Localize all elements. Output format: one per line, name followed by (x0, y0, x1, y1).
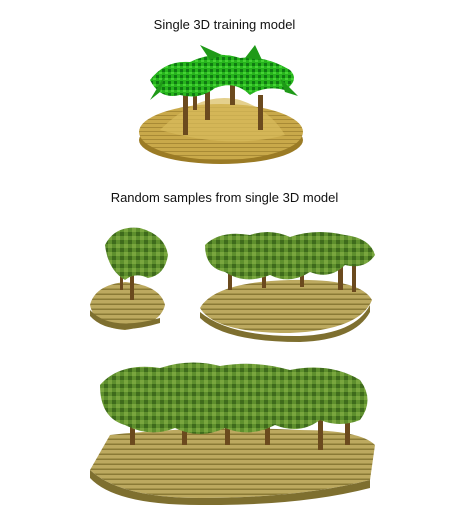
voxel-tree-icon (105, 227, 168, 280)
training-model (139, 45, 303, 164)
sample-small (90, 227, 168, 330)
voxel-illustration (90, 45, 375, 505)
sample-medium (200, 231, 375, 342)
sample-large (90, 362, 375, 505)
